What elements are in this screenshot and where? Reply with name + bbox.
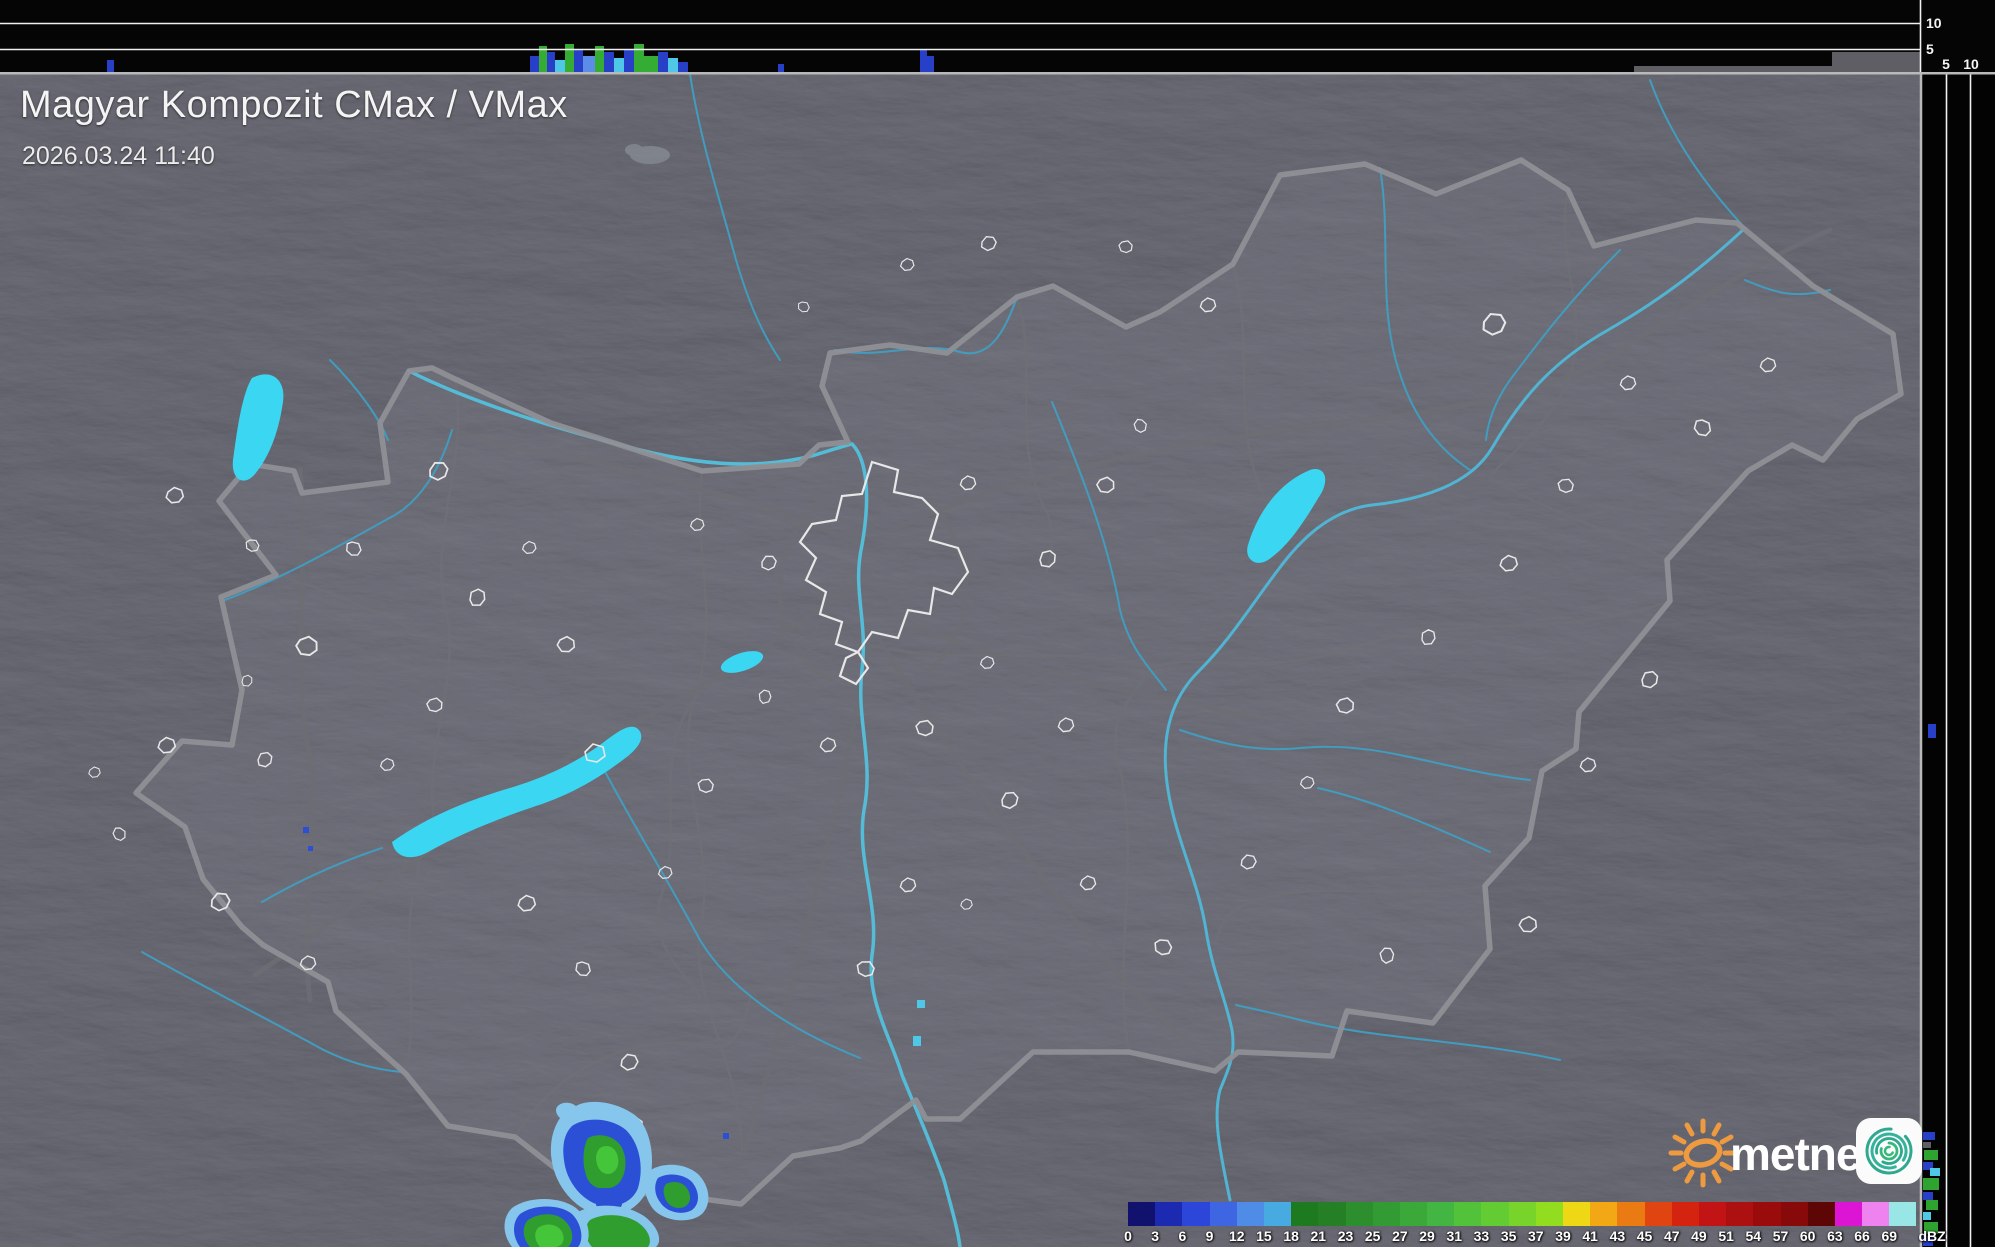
legend-tick-label: 47 [1663, 1228, 1680, 1244]
legend-color-swatch [1753, 1202, 1781, 1226]
legend-color-swatch [1481, 1202, 1509, 1226]
legend-tick-label: 37 [1528, 1228, 1544, 1244]
legend-tick-label: 33 [1473, 1228, 1490, 1244]
legend-tick-label: 27 [1392, 1228, 1408, 1244]
legend-tick-label: 0 [1124, 1228, 1132, 1244]
legend-color-swatch [1807, 1202, 1835, 1226]
top-scale-10km-label: 10 [1926, 15, 1942, 31]
legend-color-swatch [1182, 1202, 1210, 1226]
legend-tick-label: 43 [1609, 1228, 1626, 1244]
legend-tick-label: 18 [1283, 1228, 1299, 1244]
legend-tick-label: 29 [1419, 1228, 1435, 1244]
legend-color-swatch [1427, 1202, 1455, 1226]
legend-tick-label: 9 [1205, 1228, 1214, 1244]
map-area [0, 73, 1921, 1247]
legend-color-swatch [1590, 1202, 1618, 1226]
legend-color-swatch [1834, 1202, 1863, 1226]
legend-color-swatch [1372, 1202, 1400, 1226]
legend-color-swatch [1236, 1202, 1264, 1226]
legend-color-swatch [1726, 1202, 1754, 1226]
legend-tick-label: 25 [1364, 1228, 1381, 1244]
legend-color-swatch [1644, 1202, 1672, 1226]
legend-color-swatch [1889, 1202, 1917, 1226]
legend-tick-label: 39 [1555, 1228, 1571, 1244]
metnet-app-icon [1856, 1118, 1922, 1184]
legend-tick-label: 12 [1228, 1228, 1245, 1244]
legend-bar: 0 3 6 9 12 15 18 21 23 25 27 29 31 33 35 37 39 41 43 45 47 49… [1124, 1202, 1956, 1246]
top-scale-5km-label: 5 [1926, 41, 1934, 57]
legend-color-swatch [1780, 1202, 1808, 1226]
legend-tick-label: 51 [1718, 1228, 1734, 1244]
legend-color-swatch [1345, 1202, 1373, 1226]
page-title: Magyar Kompozit CMax / VMax [20, 84, 568, 126]
right-scale-10km-label: 10 [1963, 56, 1979, 72]
timestamp: 2026.03.24 11:40 [22, 142, 215, 170]
legend-tick-label: 54 [1745, 1228, 1762, 1244]
legend-tick-label: 60 [1799, 1228, 1816, 1244]
legend-color-swatch [1563, 1202, 1591, 1226]
legend-tick-label: 6 [1178, 1228, 1187, 1244]
legend-color-swatch [1155, 1202, 1183, 1226]
metnet-wordmark: metnet [1730, 1128, 1875, 1180]
legend-color-swatch [1128, 1202, 1156, 1226]
legend-tick-label: 15 [1256, 1228, 1272, 1244]
legend-tick-label: 66 [1854, 1228, 1870, 1244]
radar-map: 10 5 5 10 metnet [0, 0, 1995, 1247]
legend-tick-label: 3 [1151, 1228, 1160, 1244]
legend-tick-label: 57 [1772, 1228, 1789, 1244]
legend-unit-cell: dBZ [1916, 1202, 1956, 1246]
legend-tick-label: 49 [1691, 1228, 1707, 1244]
legend-tick-label: 35 [1500, 1228, 1517, 1244]
legend-unit-label: dBZ [1918, 1228, 1946, 1244]
legend-tick-label: 41 [1582, 1228, 1598, 1244]
legend-color-swatch [1318, 1202, 1346, 1226]
legend-color-swatch [1698, 1202, 1727, 1226]
legend-color-swatch [1291, 1202, 1319, 1226]
right-projection-strip [1921, 74, 1995, 1247]
legend-tick-label: 31 [1446, 1228, 1463, 1244]
legend-tick-label: 69 [1881, 1228, 1898, 1244]
legend-color-swatch [1617, 1202, 1645, 1226]
legend-color-swatch [1508, 1202, 1536, 1226]
legend-color-swatch [1263, 1202, 1292, 1226]
legend-tick-label: 63 [1827, 1228, 1843, 1244]
top-projection-strip: 10 5 5 10 [0, 0, 1995, 73]
legend-color-swatch [1454, 1202, 1482, 1226]
legend-color-cell: 69 [1881, 1202, 1917, 1246]
legend-tick-label: 21 [1310, 1228, 1327, 1244]
legend-color-swatch [1671, 1202, 1699, 1226]
legend-color-swatch [1209, 1202, 1237, 1226]
radar-composite-screen: 10 5 5 10 metnet Magyar Kompozit CMax / … [0, 0, 1995, 1247]
legend-color-swatch [1535, 1202, 1563, 1226]
right-scale-5km-label: 5 [1942, 56, 1950, 72]
legend-color-swatch [1399, 1202, 1428, 1226]
legend-tick-label: 23 [1337, 1228, 1354, 1244]
legend-tick-label: 45 [1636, 1228, 1653, 1244]
legend-color-swatch [1862, 1202, 1890, 1226]
